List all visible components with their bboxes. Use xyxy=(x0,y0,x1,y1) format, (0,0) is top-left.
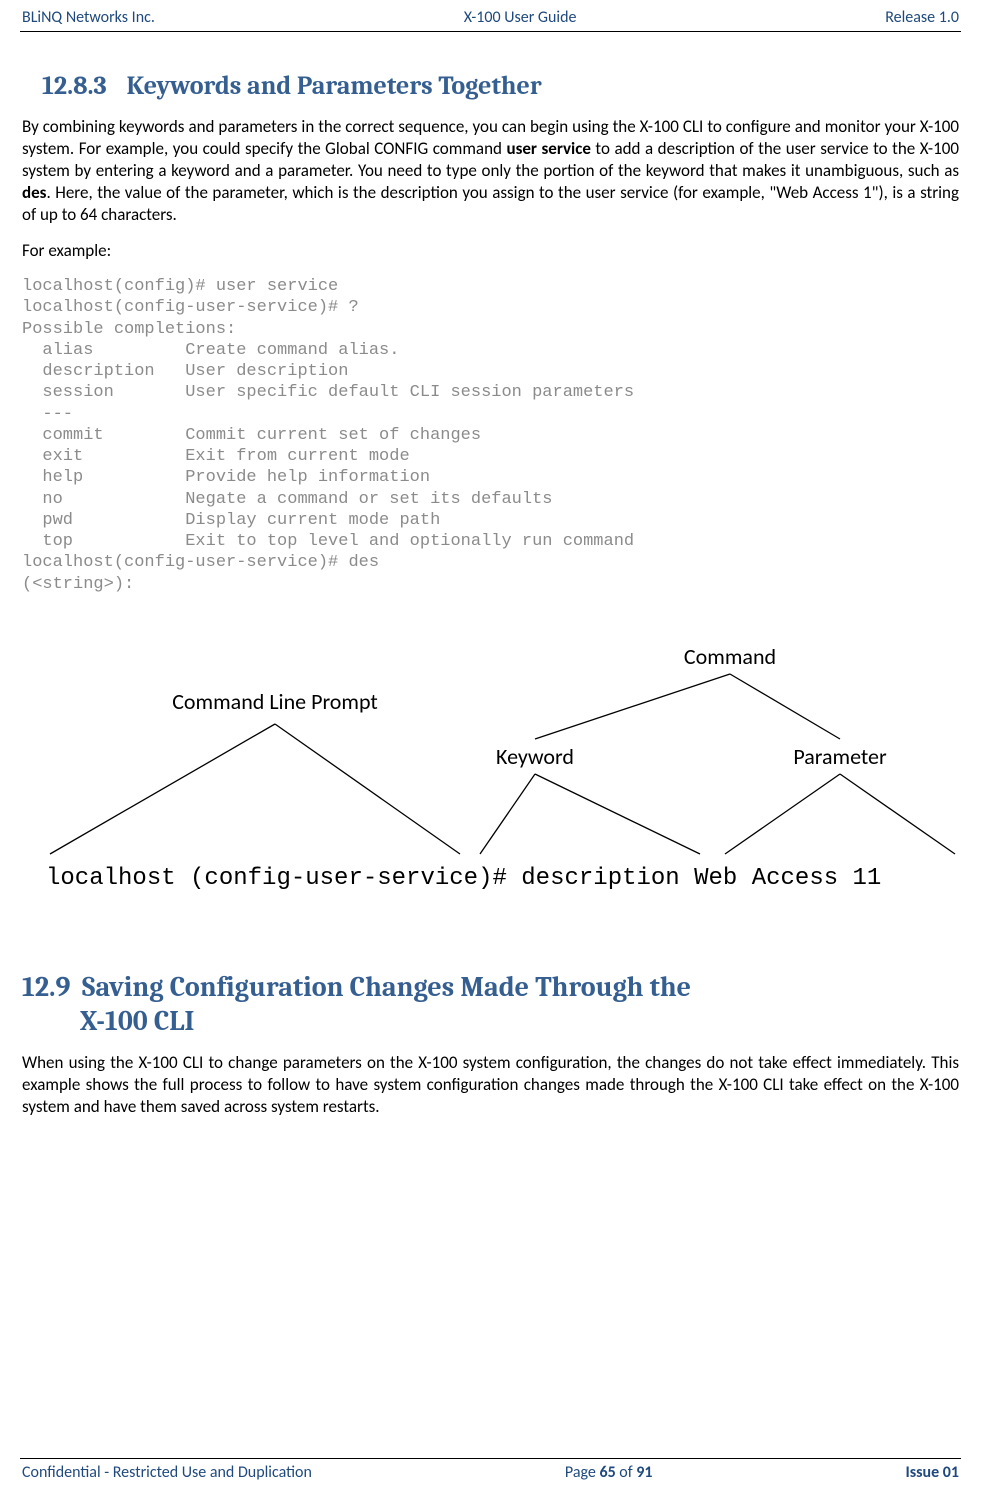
header-right: Release 1.0 xyxy=(885,8,959,29)
section-title-line2: X-100 CLI xyxy=(80,1005,194,1037)
section-12-9-heading: 12.9Saving Configuration Changes Made Th… xyxy=(22,971,961,1038)
diagram-line xyxy=(480,774,535,854)
section-12-8-3-p2: For example: xyxy=(22,240,959,262)
text-bold: user service xyxy=(506,138,590,159)
section-title: Keywords and Parameters Together xyxy=(126,71,541,101)
section-12-8-3-p1: By combining keywords and parameters in … xyxy=(22,116,959,226)
diagram-line xyxy=(275,724,460,854)
footer-left: Confidential - Restricted Use and Duplic… xyxy=(22,1463,312,1484)
section-title-line1: Saving Configuration Changes Made Throug… xyxy=(82,971,691,1003)
diagram-cli-text: localhost (config-user-service)# descrip… xyxy=(46,865,881,892)
diagram-line xyxy=(535,674,730,739)
diagram-line xyxy=(50,724,275,854)
header-left: BLiNQ Networks Inc. xyxy=(22,8,155,29)
diagram-line xyxy=(730,674,840,739)
section-number: 12.8.3 xyxy=(42,71,107,101)
header-center: X-100 User Guide xyxy=(464,8,577,29)
text-bold: des xyxy=(22,182,46,203)
label-command: Command xyxy=(684,643,776,670)
label-command-line-prompt: Command Line Prompt xyxy=(172,688,378,715)
header-rule xyxy=(20,31,961,32)
diagram-line xyxy=(535,774,700,854)
diagram-line xyxy=(725,774,840,854)
label-parameter: Parameter xyxy=(793,743,887,770)
footer-right: Issue 01 xyxy=(905,1463,959,1484)
page-footer: Confidential - Restricted Use and Duplic… xyxy=(20,1458,961,1484)
text-run: . Here, the value of the parameter, whic… xyxy=(22,182,959,225)
footer-center: Page 65 of 91 xyxy=(565,1463,653,1484)
cli-output-block: localhost(config)# user service localhos… xyxy=(22,276,961,595)
page-number-total: 91 xyxy=(636,1463,652,1482)
diagram-line xyxy=(840,774,955,854)
section-12-9-p1: When using the X-100 CLI to change param… xyxy=(22,1052,959,1118)
text-run: of xyxy=(616,1463,637,1482)
page-header: BLiNQ Networks Inc. X-100 User Guide Rel… xyxy=(20,0,961,31)
page-number-current: 65 xyxy=(599,1463,615,1482)
section-12-8-3-heading: 12.8.3 Keywords and Parameters Together xyxy=(42,70,961,104)
section-number: 12.9 xyxy=(22,971,82,1005)
label-keyword: Keyword xyxy=(496,743,574,770)
command-structure-diagram: Command Line Prompt Command Keyword Para… xyxy=(20,629,960,919)
text-run: Page xyxy=(565,1463,600,1482)
